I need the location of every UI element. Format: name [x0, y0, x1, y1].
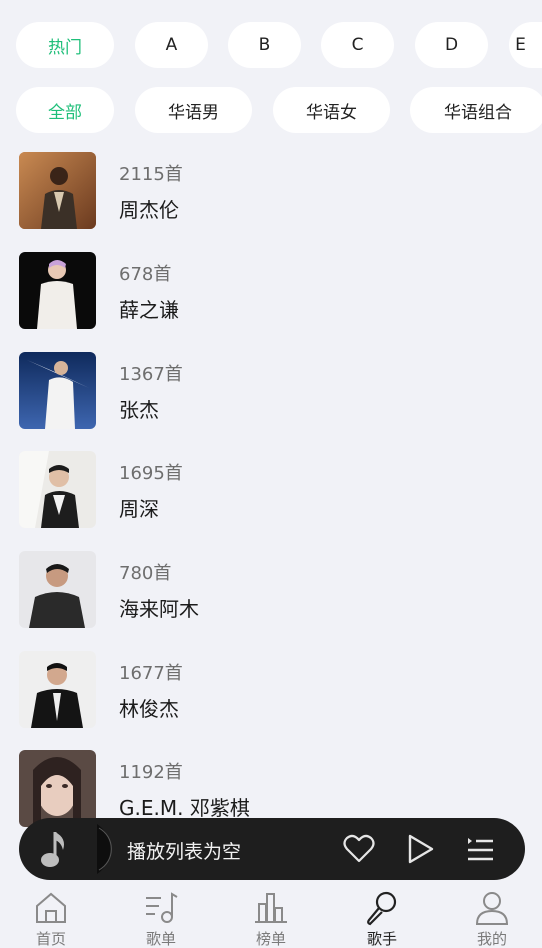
artist-name: G.E.M. 邓紫棋	[119, 796, 250, 820]
tab-mine[interactable]: 我的	[452, 890, 532, 948]
artist-name: 海来阿木	[119, 597, 199, 621]
tab-label: 歌手	[366, 930, 397, 948]
filter-c[interactable]: C	[321, 22, 394, 68]
artist-name: 薛之谦	[119, 298, 179, 322]
artist-song-count: 1192首	[119, 762, 183, 783]
music-note-icon	[37, 824, 117, 874]
artist-avatar	[19, 352, 96, 429]
category-filter-row: 全部 华语男 华语女 华语组合	[0, 87, 542, 137]
tab-playlists[interactable]: 歌单	[121, 890, 201, 948]
microphone-icon	[367, 891, 397, 926]
artist-avatar	[19, 252, 96, 329]
filter-a[interactable]: A	[135, 22, 208, 68]
filter-hot[interactable]: 热门	[16, 22, 114, 68]
chart-icon	[255, 893, 287, 923]
person-icon	[475, 892, 509, 925]
tab-label: 我的	[476, 930, 507, 948]
filter-e[interactable]: E	[509, 22, 542, 68]
artist-row[interactable]: 1367首 张杰	[0, 352, 542, 452]
filter-chinese-female[interactable]: 华语女	[273, 87, 390, 133]
artist-song-count: 1677首	[119, 663, 183, 684]
artist-name: 周杰伦	[119, 198, 179, 222]
tab-label: 歌单	[145, 930, 176, 948]
artist-name: 林俊杰	[119, 697, 179, 721]
filter-all[interactable]: 全部	[16, 87, 114, 133]
artist-avatar	[19, 451, 96, 528]
artist-avatar	[19, 551, 96, 628]
tab-home[interactable]: 首页	[11, 890, 91, 948]
filter-d[interactable]: D	[415, 22, 488, 68]
artist-row[interactable]: 1695首 周深	[0, 451, 542, 551]
letter-filter-row: 热门 A B C D E	[0, 22, 542, 72]
play-icon[interactable]	[404, 832, 438, 866]
artist-row[interactable]: 2115首 周杰伦	[0, 152, 542, 252]
tab-label: 首页	[35, 930, 66, 948]
artist-song-count: 2115首	[119, 164, 183, 185]
bottom-tab-bar: 首页 歌单 榜单 歌手 我的	[0, 880, 542, 948]
tab-charts[interactable]: 榜单	[231, 890, 311, 948]
artist-song-count: 678首	[119, 264, 172, 285]
artist-song-count: 780首	[119, 563, 172, 584]
artist-avatar	[19, 152, 96, 229]
tab-label: 榜单	[255, 930, 286, 948]
artist-song-count: 1367首	[119, 364, 183, 385]
heart-icon[interactable]	[342, 832, 376, 866]
artist-avatar	[19, 651, 96, 728]
playlist-icon[interactable]	[463, 832, 497, 866]
home-icon	[36, 892, 66, 923]
tab-singers[interactable]: 歌手	[342, 890, 422, 948]
artist-name: 张杰	[119, 398, 159, 422]
artist-row[interactable]: 678首 薛之谦	[0, 252, 542, 352]
artist-name: 周深	[119, 497, 159, 521]
artist-row[interactable]: 1677首 林俊杰	[0, 651, 542, 751]
artist-song-count: 1695首	[119, 463, 183, 484]
filter-b[interactable]: B	[228, 22, 301, 68]
artist-avatar	[19, 750, 96, 827]
filter-chinese-group[interactable]: 华语组合	[410, 87, 542, 133]
mini-player[interactable]: 播放列表为空	[19, 818, 525, 880]
player-status: 播放列表为空	[127, 841, 242, 863]
artist-row[interactable]: 780首 海来阿木	[0, 551, 542, 651]
playlist-note-icon	[146, 892, 178, 923]
filter-chinese-male[interactable]: 华语男	[135, 87, 252, 133]
